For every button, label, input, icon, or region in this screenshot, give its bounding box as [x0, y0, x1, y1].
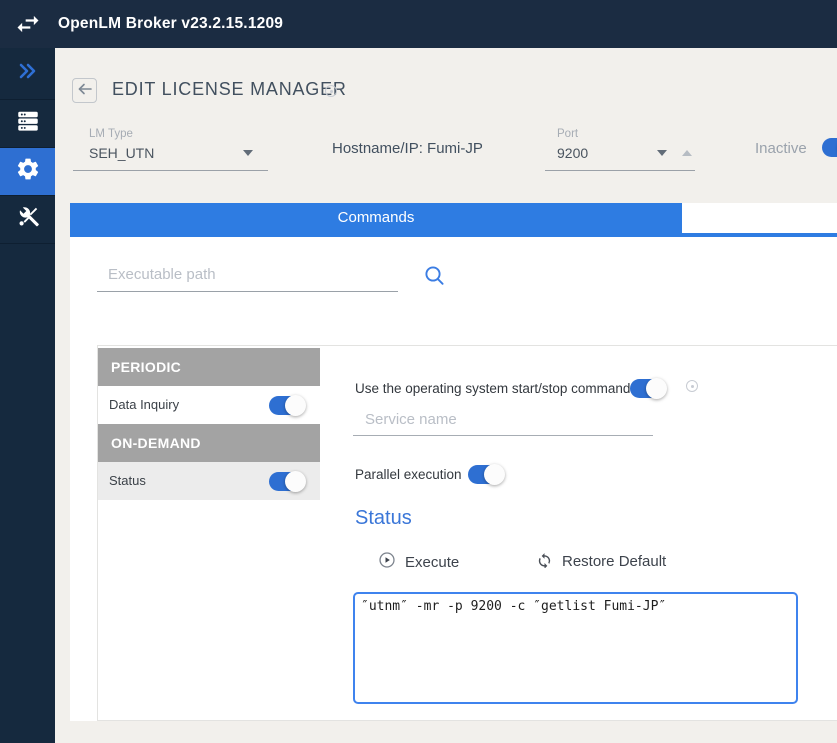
os-commands-toggle[interactable] [630, 378, 667, 399]
search-button[interactable] [423, 264, 447, 288]
toggle-knob [285, 395, 306, 416]
sidebar-item-settings[interactable] [0, 148, 55, 196]
group-header-on-demand: ON-DEMAND [98, 424, 320, 462]
toggle-knob [285, 471, 306, 492]
inactive-label: Inactive [755, 140, 807, 157]
command-row-data-inquiry[interactable]: Data Inquiry [98, 386, 320, 424]
sidebar-item-servers[interactable] [0, 100, 55, 148]
restore-default-button[interactable]: Restore Default [536, 551, 666, 572]
execute-label: Execute [405, 554, 459, 571]
swap-arrows-logo-icon [13, 9, 43, 39]
lm-type-value: SEH_UTN [89, 145, 268, 161]
sidebar-item-tools[interactable] [0, 196, 55, 244]
command-row-label: Data Inquiry [109, 397, 179, 412]
tools-icon [16, 205, 40, 234]
executable-path-input[interactable] [97, 260, 398, 292]
execute-button[interactable]: Execute [378, 551, 459, 573]
os-commands-label: Use the operating system start/stop comm… [355, 381, 637, 396]
tab-commands[interactable]: Commands [70, 203, 682, 233]
port-increment-icon[interactable] [682, 150, 692, 156]
sidebar [0, 48, 55, 743]
chevron-down-icon[interactable] [243, 150, 253, 156]
title-info-icon[interactable] [325, 85, 337, 97]
os-commands-info-icon[interactable] [686, 380, 698, 392]
sidebar-item-expand[interactable] [0, 48, 55, 100]
port-field[interactable]: Port 9200 [545, 126, 695, 171]
tab-strip-spacer [682, 203, 837, 233]
service-name-input[interactable] [353, 406, 653, 436]
toggle-knob [646, 378, 667, 399]
back-button[interactable] [72, 78, 97, 103]
top-bar: OpenLM Broker v23.2.15.1209 [0, 0, 837, 48]
inactive-toggle[interactable] [822, 137, 837, 158]
app-title: OpenLM Broker v23.2.15.1209 [58, 15, 283, 33]
settings-gear-icon [15, 156, 41, 187]
parallel-execution-toggle[interactable] [468, 464, 505, 485]
group-header-periodic: PERIODIC [98, 348, 320, 386]
port-value: 9200 [557, 145, 695, 161]
toggle-track [822, 138, 837, 157]
port-decrement-icon[interactable] [657, 150, 667, 156]
port-label: Port [557, 128, 695, 140]
lm-type-select[interactable]: LM Type SEH_UTN [73, 126, 268, 171]
command-textarea[interactable]: ″utnm″ -mr -p 9200 -c ″getlist Fumi-JP″ [353, 592, 798, 704]
command-group-list: PERIODIC Data Inquiry ON-DEMAND Status [98, 348, 320, 500]
play-circle-icon [378, 551, 396, 573]
data-inquiry-toggle[interactable] [269, 395, 306, 416]
status-toggle[interactable] [269, 471, 306, 492]
back-arrow-icon [78, 83, 92, 98]
status-section-heading: Status [355, 507, 412, 530]
command-row-status[interactable]: Status [98, 462, 320, 500]
screen: OpenLM Broker v23.2.15.1209 [0, 0, 837, 743]
servers-icon [15, 108, 41, 139]
expand-icon [16, 59, 40, 88]
toggle-knob [484, 464, 505, 485]
lm-type-label: LM Type [89, 128, 268, 140]
hostname-text: Hostname/IP: Fumi-JP [332, 140, 483, 157]
search-icon [423, 276, 447, 291]
refresh-icon [536, 551, 553, 572]
hostname-value: Fumi-JP [427, 140, 483, 157]
page-title: EDIT LICENSE MANAGER [112, 79, 347, 100]
parallel-execution-label: Parallel execution [355, 467, 462, 482]
command-row-label: Status [109, 473, 146, 488]
restore-default-label: Restore Default [562, 553, 666, 570]
hostname-label: Hostname/IP: [332, 140, 423, 157]
